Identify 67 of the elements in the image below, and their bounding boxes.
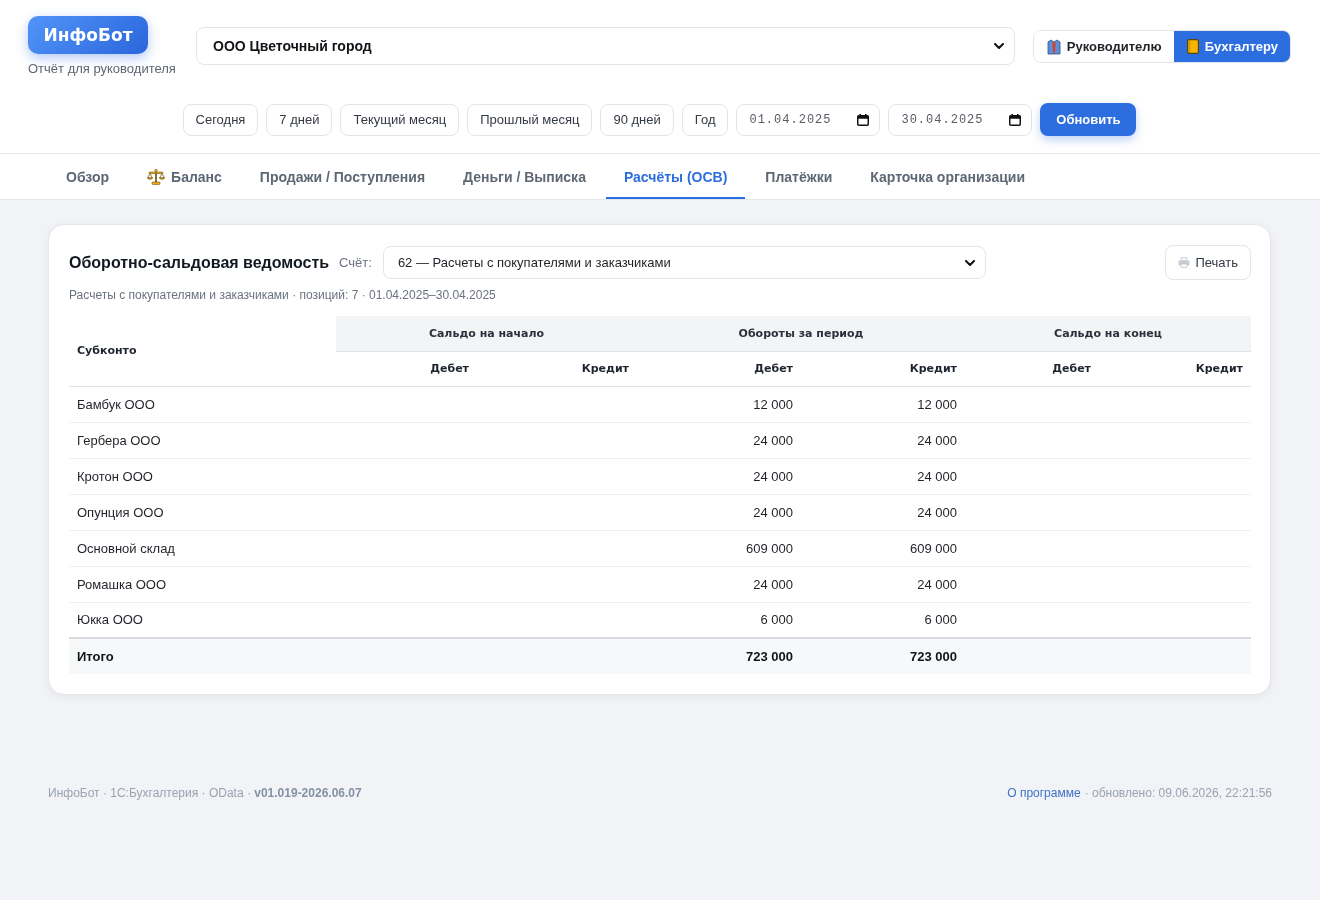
tab[interactable]: Баланс — [129, 154, 240, 199]
column-header: Кредит — [801, 351, 965, 386]
organization-select[interactable]: ООО Цветочный город — [196, 27, 1015, 65]
role-button[interactable]: Бухгалтеру — [1173, 31, 1290, 62]
tab[interactable]: Платёжки — [747, 154, 851, 199]
date-to-field[interactable]: 30.04.2025 — [888, 103, 1033, 136]
period-button[interactable]: 90 дней — [600, 103, 674, 136]
amount-cell: 609 000 — [637, 530, 801, 566]
column-header: Субконто — [69, 316, 336, 386]
calendar-icon — [1009, 113, 1022, 126]
app-subtitle: Отчёт для руководителя — [28, 61, 176, 76]
amount-cell: 12 000 — [801, 386, 965, 422]
account-label: Счёт: — [339, 255, 372, 270]
shirt-tie-icon — [1046, 38, 1061, 55]
chevron-down-icon — [964, 259, 975, 266]
amount-cell: 24 000 — [801, 494, 965, 530]
calendar-icon — [857, 113, 870, 126]
account-select[interactable]: 62 — Расчеты с покупателями и заказчиками — [382, 246, 986, 279]
total-amount: 723 000 — [637, 638, 801, 674]
total-label: Итого — [69, 638, 336, 674]
period-button[interactable]: Текущий месяц — [340, 103, 460, 136]
column-group-header: Обороты за период — [637, 316, 965, 351]
amount-cell: 12 000 — [637, 386, 801, 422]
notebook-icon — [1186, 39, 1199, 54]
refresh-button[interactable]: Обновить — [1040, 103, 1137, 136]
report-summary: Расчеты с покупателями и заказчиками · позиций: 7 · 01.04.2025–30.04.2025 — [69, 288, 497, 302]
tab[interactable]: Обзор — [48, 154, 128, 199]
amount-cell: 24 000 — [801, 566, 965, 602]
column-group-header: Сальдо на начало — [336, 316, 637, 351]
column-header: Кредит — [477, 351, 637, 386]
column-header: Дебет — [965, 351, 1099, 386]
amount-cell: 24 000 — [637, 494, 801, 530]
date-from-field[interactable]: 01.04.2025 — [736, 103, 881, 136]
tab[interactable]: Деньги / Выписка — [445, 154, 604, 199]
amount-cell: 24 000 — [637, 566, 801, 602]
subaccount-cell: Кротон ООО — [69, 458, 336, 494]
tab[interactable]: Карточка организации — [852, 154, 1043, 199]
column-header: Дебет — [637, 351, 801, 386]
period-button[interactable]: Прошлый месяц — [467, 103, 593, 136]
report-title: Оборотно-сальдовая ведомость — [69, 253, 330, 272]
printer-icon — [1178, 257, 1191, 268]
subaccount-cell: Опунция ООО — [69, 494, 336, 530]
total-amount: 723 000 — [801, 638, 965, 674]
period-button[interactable]: 7 дней — [266, 103, 333, 136]
about-link[interactable]: О программе — [1007, 785, 1081, 801]
subaccount-cell: Ромашка ООО — [69, 566, 336, 602]
period-button[interactable]: Сегодня — [182, 103, 259, 136]
column-header: Дебет — [336, 351, 477, 386]
print-button[interactable]: Печать — [1165, 245, 1251, 280]
amount-cell: 24 000 — [637, 458, 801, 494]
footer-info: ИнфоБот · 1С:Бухгалтерия · OData · v01.019-2026.06.07 — [48, 785, 362, 801]
amount-cell: 24 000 — [801, 422, 965, 458]
logo[interactable]: ИнфоБот — [28, 16, 148, 54]
amount-cell: 24 000 — [637, 422, 801, 458]
amount-cell: 24 000 — [801, 458, 965, 494]
tab[interactable]: Продажи / Поступления — [241, 154, 444, 199]
period-button[interactable]: Год — [681, 103, 729, 136]
subaccount-cell: Основной склад — [69, 530, 336, 566]
subaccount-cell: Бамбук ООО — [69, 386, 336, 422]
scales-icon — [147, 168, 166, 185]
column-group-header: Сальдо на конец — [965, 316, 1251, 351]
chevron-down-icon — [993, 43, 1004, 49]
updated-timestamp: · обновлено: 09.06.2026, 22:21:56 — [1084, 785, 1272, 801]
amount-cell: 609 000 — [801, 530, 965, 566]
tab[interactable]: Расчёты (ОСВ) — [605, 154, 746, 199]
column-header: Кредит — [1099, 351, 1251, 386]
subaccount-cell: Гербера ООО — [69, 422, 336, 458]
